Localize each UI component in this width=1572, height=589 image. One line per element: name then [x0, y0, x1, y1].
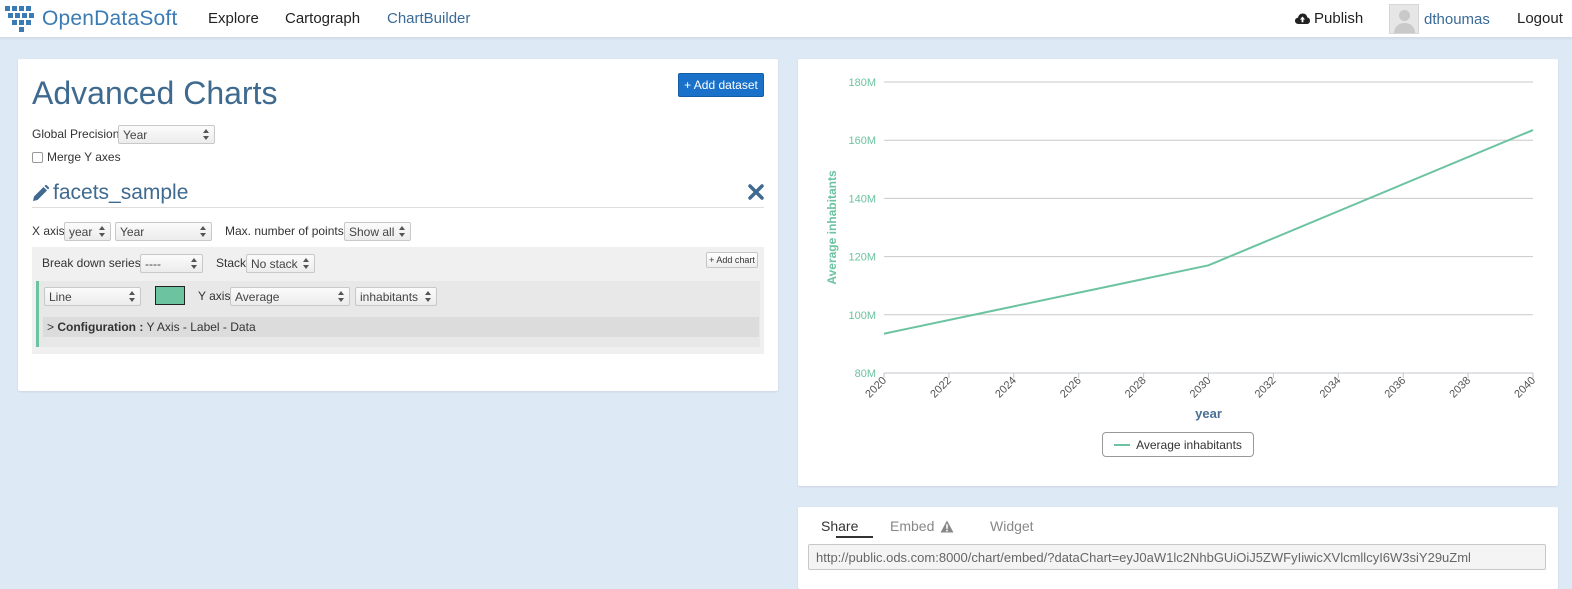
tab-embed[interactable]: Embed — [890, 518, 954, 534]
y-tick-label: 180M — [848, 77, 876, 89]
x-axis-precision-select[interactable]: Year — [115, 222, 212, 241]
y-tick-label: 80M — [855, 368, 876, 380]
chart-config-panel: Advanced Charts + Add dataset Global Pre… — [18, 59, 778, 391]
remove-dataset-icon[interactable] — [747, 183, 765, 201]
global-precision-select[interactable]: Year — [118, 125, 215, 144]
share-panel: Share Embed Widget http://public.ods.com… — [798, 507, 1558, 589]
y-axis-label: Y axis — [198, 289, 231, 303]
x-tick-label: 2022 — [928, 375, 954, 401]
tab-share[interactable]: Share — [821, 518, 858, 534]
chart-legend[interactable]: Average inhabitants — [1102, 432, 1254, 457]
user-menu[interactable]: dthoumas — [1389, 4, 1490, 34]
add-dataset-button[interactable]: + Add dataset — [678, 73, 764, 97]
dataset-title[interactable]: facets_sample — [32, 181, 188, 205]
select-arrows-icon — [191, 258, 198, 270]
chart-preview-panel: 80M 100M 120M 140M 160M 180M 2020 2022 2024 2026 2… — [798, 59, 1558, 486]
select-arrows-icon — [303, 258, 310, 270]
merge-y-axes-checkbox[interactable] — [32, 152, 43, 163]
select-arrows-icon — [200, 226, 207, 238]
x-tick-label: 2032 — [1253, 375, 1279, 401]
avatar — [1389, 4, 1419, 34]
break-down-label: Break down series — [42, 256, 141, 270]
add-chart-button[interactable]: + Add chart — [706, 252, 758, 268]
x-tick-label: 2034 — [1318, 375, 1344, 401]
merge-y-axes-label: Merge Y axes — [47, 150, 121, 164]
x-tick-label: 2038 — [1447, 375, 1473, 401]
chart-type-select[interactable]: Line — [44, 287, 141, 306]
logout-link[interactable]: Logout — [1517, 10, 1563, 27]
select-arrows-icon — [99, 226, 106, 238]
y-tick-label: 120M — [848, 252, 876, 264]
brand-name: OpenDataSoft — [42, 7, 178, 30]
select-arrows-icon — [399, 226, 406, 238]
divider — [32, 207, 764, 208]
x-tick-label: 2026 — [1058, 375, 1084, 401]
y-tick-label: 160M — [848, 135, 876, 147]
select-arrows-icon — [203, 129, 210, 141]
configuration-toggle[interactable]: > Configuration : Y Axis - Label - Data — [43, 317, 759, 337]
stack-label: Stack — [216, 256, 247, 270]
global-precision-label: Global Precision — [32, 127, 120, 141]
series-line — [883, 129, 1534, 335]
select-arrows-icon — [425, 291, 432, 303]
x-axis-field-select[interactable]: year — [64, 222, 111, 241]
publish-label: Publish — [1314, 10, 1364, 27]
nav-chartbuilder[interactable]: ChartBuilder — [387, 10, 470, 27]
break-down-select[interactable]: ---- — [140, 254, 203, 273]
x-tick-label: 2040 — [1512, 375, 1538, 401]
max-points-select[interactable]: Show all — [344, 222, 411, 241]
navbar: OpenDataSoft Explore Cartograph ChartBui… — [0, 0, 1572, 38]
cloud-upload-icon — [1295, 13, 1310, 24]
y-tick-label: 100M — [848, 310, 876, 322]
active-tab-indicator — [836, 536, 873, 538]
publish-button[interactable]: Publish — [1295, 10, 1363, 27]
share-url-field[interactable]: http://public.ods.com:8000/chart/embed/?… — [808, 544, 1546, 570]
stack-select[interactable]: No stack — [246, 254, 315, 273]
page-title: Advanced Charts — [32, 75, 278, 111]
y-axis-field-select[interactable]: inhabitants — [355, 287, 437, 306]
select-arrows-icon — [338, 291, 345, 303]
y-tick-label: 140M — [848, 193, 876, 205]
legend-label: Average inhabitants — [1136, 437, 1242, 452]
brand[interactable]: OpenDataSoft — [4, 3, 178, 35]
line-chart: 80M100M120M140M160M180M2020 2022 2024 2026 2… — [825, 77, 1538, 421]
dataset-name: facets_sample — [53, 181, 189, 204]
x-axis-title: year — [1195, 406, 1222, 421]
warning-icon — [940, 520, 954, 532]
series-color-swatch[interactable] — [155, 286, 185, 305]
pencil-icon — [33, 184, 49, 201]
max-points-label: Max. number of points — [225, 224, 344, 238]
opendatasoft-logo-icon — [5, 6, 34, 32]
tab-widget[interactable]: Widget — [990, 518, 1034, 534]
x-tick-label: 2024 — [993, 375, 1019, 401]
y-axis-title: Average inhabitants — [825, 170, 839, 285]
select-arrows-icon — [129, 291, 136, 303]
x-tick-label: 2036 — [1383, 375, 1409, 401]
username: dthoumas — [1424, 10, 1490, 28]
x-tick-label: 2030 — [1188, 375, 1214, 401]
legend-swatch — [1114, 443, 1131, 446]
x-axis-label: X axis — [32, 224, 65, 238]
y-axis-function-select[interactable]: Average — [230, 287, 350, 306]
x-tick-label: 2028 — [1123, 375, 1149, 401]
nav-cartograph[interactable]: Cartograph — [285, 10, 360, 27]
nav-explore[interactable]: Explore — [208, 10, 259, 27]
